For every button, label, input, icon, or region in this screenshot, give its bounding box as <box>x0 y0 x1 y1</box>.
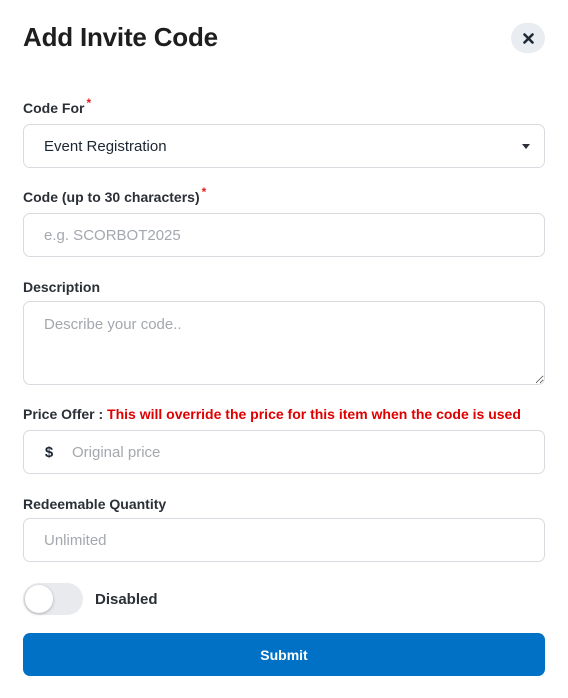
code-for-label-text: Code For <box>23 100 85 116</box>
description-label: Description <box>23 279 101 295</box>
close-icon <box>522 32 534 44</box>
dialog-title: Add Invite Code <box>23 22 218 52</box>
redeemable-quantity-label: Redeemable Quantity <box>23 496 167 512</box>
required-mark: * <box>201 185 207 199</box>
redeemable-quantity-input[interactable] <box>23 518 545 562</box>
status-toggle-label: Disabled <box>95 591 158 608</box>
price-offer-label: Price Offer : This will override the pri… <box>23 406 521 422</box>
dollar-icon: $ <box>44 443 54 461</box>
code-label-text: Code (up to 30 characters) <box>23 189 200 205</box>
toggle-knob <box>25 585 53 613</box>
price-override-warning: This will override the price for this it… <box>107 406 521 422</box>
chevron-down-icon <box>522 144 530 149</box>
price-offer-label-text: Price Offer : <box>23 406 108 422</box>
code-for-select[interactable]: Event Registration <box>23 124 545 168</box>
price-offer-input[interactable] <box>72 432 544 472</box>
submit-button[interactable]: Submit <box>23 633 545 676</box>
description-textarea[interactable] <box>23 301 545 385</box>
code-for-selected-value: Event Registration <box>44 137 167 155</box>
add-invite-code-dialog: Add Invite Code Code For * Event Registra… <box>0 0 568 698</box>
close-button[interactable] <box>511 23 545 53</box>
price-offer-field: $ <box>23 430 545 474</box>
code-for-label: Code For * <box>23 96 91 116</box>
code-label: Code (up to 30 characters) * <box>23 185 206 205</box>
code-input[interactable] <box>23 213 545 257</box>
required-mark: * <box>86 96 92 110</box>
status-toggle[interactable] <box>23 583 83 615</box>
